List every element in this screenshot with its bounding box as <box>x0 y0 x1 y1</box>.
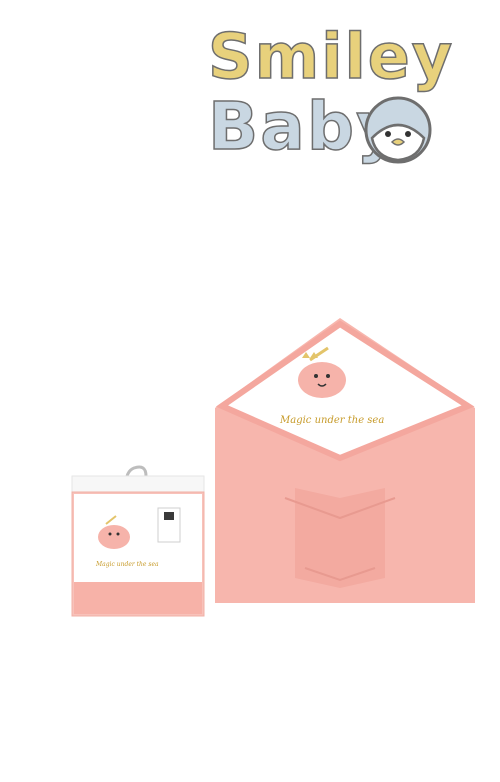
packaged-towel-image: Magic under the sea <box>71 465 205 617</box>
hooded-towel-image: Magic under the sea <box>215 318 475 603</box>
penguin-icon <box>364 96 432 164</box>
brand-name-line1: Smiley <box>207 20 455 93</box>
towel-embroidery-text: Magic under the sea <box>279 415 384 426</box>
package-embroidery-text: Magic under the sea <box>95 561 159 568</box>
